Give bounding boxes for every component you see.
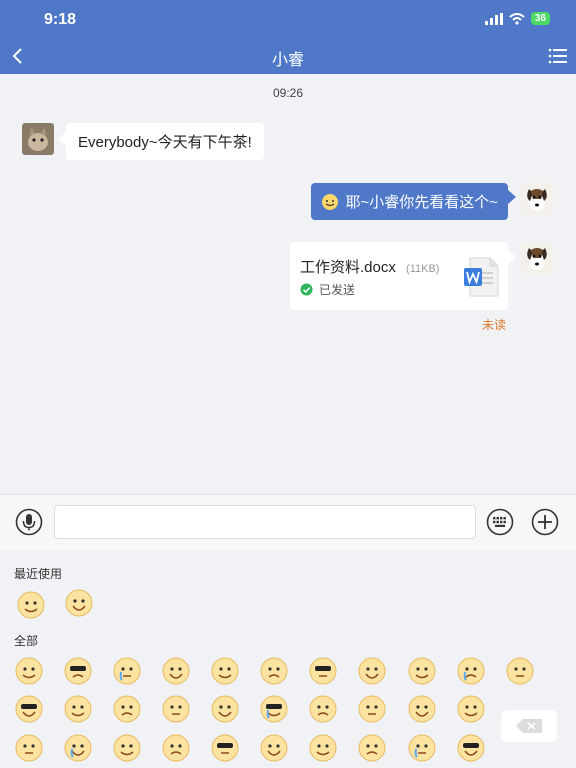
file-name: 工作资料.docx	[300, 259, 396, 276]
emoji-icon[interactable]	[14, 694, 44, 724]
emoji-icon[interactable]	[112, 694, 142, 724]
battery-level: 36	[530, 12, 550, 25]
wifi-icon	[509, 12, 525, 25]
emoji-icon[interactable]	[112, 733, 142, 763]
bubble-tail	[58, 132, 66, 146]
emoji-icon[interactable]	[308, 733, 338, 763]
emoji-icon[interactable]	[259, 656, 289, 686]
keyboard-icon[interactable]	[486, 508, 514, 536]
chat-title: 小睿	[271, 52, 304, 69]
status-time: 9:18	[44, 11, 77, 28]
emoji-icon[interactable]	[456, 694, 486, 724]
chat-area: 09:26 Everybody~今天有下午茶! 耶~小睿你先看看这个~ 工作资料…	[0, 74, 576, 494]
emoji-panel: 最近使用 全部	[0, 550, 576, 768]
dog-avatar-icon	[521, 242, 553, 274]
ok-hand-emoji-icon[interactable]	[64, 588, 94, 618]
emoji-icon[interactable]	[63, 656, 93, 686]
emoji-icon[interactable]	[112, 656, 142, 686]
dog-avatar-icon	[521, 183, 553, 215]
message-bubble-outgoing[interactable]: 耶~小睿你先看看这个~	[311, 183, 508, 220]
laughing-emoji-icon[interactable]	[16, 590, 46, 620]
delete-button[interactable]	[501, 710, 557, 742]
emoji-icon[interactable]	[161, 733, 191, 763]
emoji-icon[interactable]	[210, 656, 240, 686]
smiley-emoji-icon	[322, 193, 339, 210]
emoji-icon[interactable]	[357, 694, 387, 724]
emoji-icon[interactable]	[14, 733, 44, 763]
sent-label: 已发送	[319, 283, 356, 297]
emoji-icon[interactable]	[407, 694, 437, 724]
menu-list-icon[interactable]	[548, 46, 568, 66]
emoji-icon[interactable]	[357, 656, 387, 686]
emoji-icon[interactable]	[308, 694, 338, 724]
bubble-tail	[508, 190, 516, 204]
word-document-icon	[464, 257, 499, 297]
emoji-icon[interactable]	[14, 656, 44, 686]
message-input[interactable]	[54, 505, 476, 539]
emoji-icon[interactable]	[161, 656, 191, 686]
file-sent-status: 已发送	[300, 281, 355, 298]
message-text: 耶~小睿你先看看这个~	[345, 194, 498, 211]
nav-bar: 小睿	[0, 40, 576, 74]
user-avatar[interactable]	[521, 242, 553, 274]
emoji-icon[interactable]	[407, 656, 437, 686]
emoji-icon[interactable]	[259, 694, 289, 724]
unread-label: 未读	[481, 318, 506, 332]
message-text: Everybody~今天有下午茶!	[78, 134, 252, 151]
message-timestamp: 09:26	[272, 86, 304, 100]
emoji-icon[interactable]	[63, 694, 93, 724]
check-circle-icon	[300, 283, 313, 296]
emoji-icon[interactable]	[210, 733, 240, 763]
backspace-icon	[516, 719, 542, 733]
signal-icon	[484, 12, 503, 25]
add-more-icon[interactable]	[531, 508, 559, 536]
status-icons: 36	[484, 12, 550, 25]
recent-emoji-label: 最近使用	[14, 567, 63, 581]
file-message-card[interactable]: 工作资料.docx (11KB) 已发送	[290, 242, 508, 310]
cat-avatar-icon	[22, 123, 54, 155]
bubble-tail	[508, 250, 516, 264]
contact-avatar[interactable]	[22, 123, 54, 155]
all-emoji-label: 全部	[14, 634, 39, 648]
status-bar: 9:18 36	[0, 0, 576, 40]
emoji-icon[interactable]	[357, 733, 387, 763]
emoji-icon[interactable]	[407, 733, 437, 763]
emoji-icon[interactable]	[456, 656, 486, 686]
emoji-icon[interactable]	[259, 733, 289, 763]
file-name-row: 工作资料.docx (11KB)	[300, 256, 439, 277]
voice-input-icon[interactable]	[15, 508, 43, 536]
input-bar	[0, 494, 576, 551]
emoji-icon[interactable]	[63, 733, 93, 763]
emoji-icon[interactable]	[308, 656, 338, 686]
emoji-icon[interactable]	[505, 656, 535, 686]
user-avatar[interactable]	[521, 183, 553, 215]
message-bubble-incoming[interactable]: Everybody~今天有下午茶!	[66, 123, 264, 160]
emoji-icon[interactable]	[161, 694, 191, 724]
emoji-icon[interactable]	[456, 733, 486, 763]
file-size: (11KB)	[406, 263, 440, 275]
emoji-icon[interactable]	[210, 694, 240, 724]
